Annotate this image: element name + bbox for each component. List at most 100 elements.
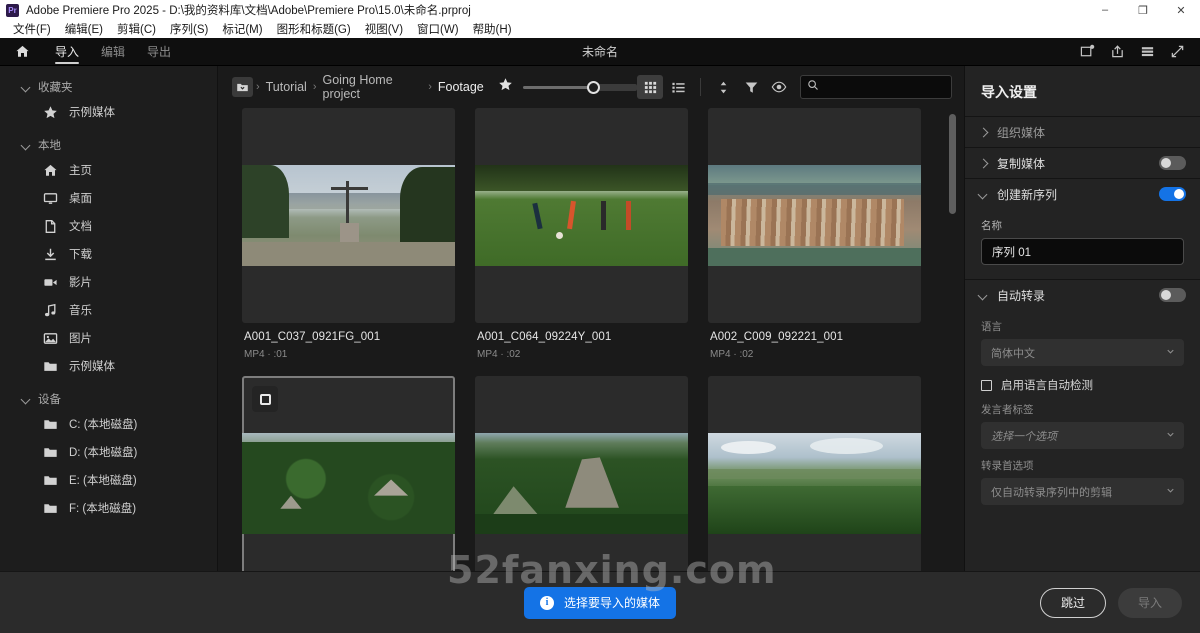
media-thumbnail[interactable] [475,108,688,323]
chevron-down-icon [979,291,988,300]
skip-button[interactable]: 跳过 [1039,587,1106,618]
menu-item-3[interactable]: 序列(S) [163,21,215,37]
favorite-star-icon[interactable] [498,77,513,97]
import-settings-sections: 组织媒体 复制媒体 创建新序列 名称 序列 01 自动转录 语言 简体中文 启用语言自动检测 发言… [965,116,1200,519]
media-card[interactable] [708,376,921,571]
sidebar-item-0-0[interactable]: 示例媒体 [0,98,217,126]
menu-item-6[interactable]: 视图(V) [358,21,410,37]
thumbnail-image [475,433,688,534]
fullscreen-icon[interactable] [1162,38,1192,66]
breadcrumb-item-1[interactable]: Going Home project [323,73,423,101]
settings-section-header-0[interactable]: 组织媒体 [965,116,1200,147]
media-thumbnail[interactable] [708,376,921,571]
folder-dropdown-icon[interactable] [232,77,253,97]
folder-icon [42,445,58,460]
sidebar-item-2-1[interactable]: D: (本地磁盘) [0,438,217,466]
settings-section-header-1[interactable]: 复制媒体 [965,147,1200,178]
sidebar-group-0[interactable]: 收藏夹 [0,76,217,98]
settings-section-header-2[interactable]: 创建新序列 [965,178,1200,209]
import-button[interactable]: 导入 [1117,587,1182,618]
media-scrollbar[interactable] [949,114,956,214]
sequence-name-input[interactable]: 序列 01 [981,238,1184,265]
media-card[interactable]: A002_C009_092221_001 MP4 · :02 [708,108,921,360]
sidebar-item-1-2[interactable]: 文档 [0,212,217,240]
minimize-button[interactable]: – [1086,0,1124,20]
settings-section-toggle[interactable] [1159,187,1186,201]
sidebar-item-1-6[interactable]: 图片 [0,324,217,352]
media-card[interactable]: A001_C037_0921FG_001 MP4 · :01 [242,108,455,360]
menu-icon[interactable] [1132,38,1162,66]
filter-icon[interactable] [738,75,764,99]
sidebar-item-label: D: (本地磁盘) [69,447,138,459]
settings-section-toggle[interactable] [1159,156,1186,170]
chevron-down-icon [1165,485,1176,499]
sidebar-item-label: 下载 [69,249,92,261]
sidebar-item-1-0[interactable]: 主页 [0,156,217,184]
premiere-logo-icon: Pr [6,3,19,17]
maximize-button[interactable]: ❐ [1124,0,1162,20]
media-thumbnail[interactable] [242,108,455,323]
select-checkbox-icon[interactable] [252,386,278,412]
search-field[interactable] [824,81,945,93]
window-controls: – ❐ ✕ [1086,0,1200,20]
home-icon [42,163,58,178]
sidebar-item-2-0[interactable]: C: (本地磁盘) [0,410,217,438]
speaker-label: 发言者标签 [981,404,1034,416]
sidebar-item-2-2[interactable]: E: (本地磁盘) [0,466,217,494]
chevron-down-icon [22,83,31,92]
app-header-actions [1072,38,1200,66]
media-card[interactable] [475,376,688,571]
tab-0[interactable]: 导入 [44,38,90,66]
sidebar-item-1-4[interactable]: 影片 [0,268,217,296]
search-input[interactable] [800,75,952,99]
media-card[interactable]: A001_C064_09224Y_001 MP4 · :02 [475,108,688,360]
tab-1[interactable]: 编辑 [90,38,136,66]
footer-actions: 跳过 导入 [1039,587,1182,618]
sidebar-item-1-1[interactable]: 桌面 [0,184,217,212]
language-select[interactable]: 简体中文 [981,339,1184,366]
eye-icon[interactable] [766,75,792,99]
media-browser: › Tutorial › Going Home project › Footage [218,66,964,571]
settings-section-header-3[interactable]: 自动转录 [965,279,1200,310]
sidebar-item-label: 影片 [69,277,92,289]
prefs-select[interactable]: 仅自动转录序列中的剪辑 [981,478,1184,505]
media-card[interactable] [242,376,455,571]
media-thumbnail[interactable] [708,108,921,323]
menu-item-0[interactable]: 文件(F) [6,21,58,37]
menu-item-1[interactable]: 编辑(E) [58,21,110,37]
media-toolbar: › Tutorial › Going Home project › Footage [218,66,964,108]
media-thumbnail[interactable] [475,376,688,571]
autodetect-row[interactable]: 启用语言自动检测 [981,377,1184,393]
zoom-slider-knob[interactable] [587,80,601,94]
grid-view-icon[interactable] [637,75,663,99]
sidebar-group-2[interactable]: 设备 [0,388,217,410]
menu-item-4[interactable]: 标记(M) [215,21,269,37]
media-thumbnail[interactable] [242,376,455,571]
tab-2[interactable]: 导出 [136,38,182,66]
home-icon[interactable] [0,44,44,59]
list-view-icon[interactable] [665,75,691,99]
select-media-notice[interactable]: i 选择要导入的媒体 [523,586,676,619]
breadcrumb-item-2[interactable]: Footage [438,80,484,94]
menu-item-5[interactable]: 图形和标题(G) [270,21,358,37]
close-button[interactable]: ✕ [1162,0,1200,20]
menu-item-7[interactable]: 窗口(W) [410,21,466,37]
settings-section-toggle[interactable] [1159,288,1186,302]
sidebar-item-2-3[interactable]: F: (本地磁盘) [0,494,217,522]
autodetect-checkbox[interactable] [981,379,992,391]
menu-item-2[interactable]: 剪辑(C) [110,21,163,37]
sidebar-item-label: 文档 [69,221,92,233]
breadcrumb-item-0[interactable]: Tutorial [266,80,307,94]
thumbnail-zoom-slider[interactable] [522,77,637,97]
sort-icon[interactable] [710,75,736,99]
sidebar-item-1-3[interactable]: 下载 [0,240,217,268]
share-icon[interactable] [1102,38,1132,66]
app-header: 导入 编辑 导出 未命名 [0,38,1200,66]
new-project-icon[interactable] [1072,38,1102,66]
menu-item-8[interactable]: 帮助(H) [466,21,519,37]
sidebar-group-1[interactable]: 本地 [0,134,217,156]
speaker-select[interactable]: 选择一个选项 [981,422,1184,449]
navigation-sidebar: 收藏夹 示例媒体 本地 主页 桌面 文档 下载 影片 音乐 图片 示例媒体 设备 C: (本地磁盘) D:… [0,66,218,571]
sidebar-item-1-7[interactable]: 示例媒体 [0,352,217,380]
sidebar-item-1-5[interactable]: 音乐 [0,296,217,324]
